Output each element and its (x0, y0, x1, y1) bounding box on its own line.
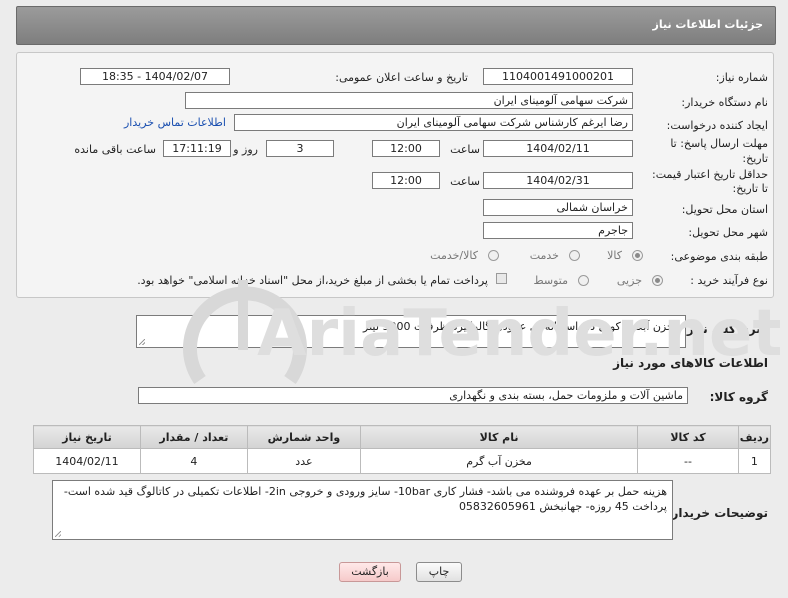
print-button[interactable]: چاپ (416, 562, 462, 582)
days-label: روز و (233, 143, 258, 156)
deadline-date-field: 1404/02/11 (483, 140, 633, 157)
deadline-label-date: تاریخ: (742, 152, 768, 165)
treasury-payment-note: پرداخت تمام یا بخشی از مبلغ خرید،از محل … (137, 274, 488, 287)
category-option-service: خدمت (529, 249, 559, 262)
cell-date: 1404/02/11 (33, 448, 141, 474)
buyer-org-field: شرکت سهامی آلومینای ایران (185, 92, 633, 109)
description-label: شرح کلی نیاز: (682, 322, 768, 336)
goods-section-title: اطلاعات کالاهای مورد نیاز (613, 356, 768, 370)
cell-unit: عدد (246, 448, 362, 474)
buyer-notes-text: هزینه حمل بر عهده فروشنده می باشد- فشار … (63, 485, 667, 513)
col-code-header: کد کالا (637, 425, 739, 449)
buyer-contact-link[interactable]: اطلاعات تماس خریدار (124, 116, 226, 129)
province-label: استان محل تحویل: (681, 203, 768, 216)
announce-label: تاریخ و ساعت اعلان عمومی: (335, 71, 468, 84)
goods-table: ردیف کد کالا نام کالا واحد شمارش تعداد /… (33, 425, 772, 474)
process-radio-minor[interactable] (652, 275, 663, 286)
requester-field: رضا ایرغم کارشناس شرکت سهامی آلومینای ای… (234, 114, 633, 131)
cell-qty: 4 (139, 448, 248, 474)
description-textarea: مخزن آبگرم کویل دار استوانه ای عمودی گال… (136, 315, 686, 348)
need-number-field: 1104001491000201 (483, 68, 633, 85)
validity-time-label: ساعت (450, 175, 480, 188)
category-radio-both[interactable] (488, 250, 499, 261)
validity-date-field: 1404/02/31 (483, 172, 633, 189)
resize-grip-icon[interactable] (139, 339, 145, 345)
page-header: جزئیات اطلاعات نیاز (16, 6, 776, 45)
goods-group-label: گروه کالا: (709, 390, 768, 404)
col-qty-header: تعداد / مقدار (139, 425, 248, 449)
treasury-payment-checkbox[interactable] (496, 273, 507, 284)
deadline-time-field: 12:00 (372, 140, 440, 157)
announce-datetime-field: 1404/02/07 - 18:35 (80, 68, 230, 85)
col-date-header: تاریخ نیاز (33, 425, 141, 449)
province-field: خراسان شمالی (483, 199, 633, 216)
cell-code: -- (637, 448, 739, 474)
category-option-goods: کالا (607, 249, 622, 262)
page-title: جزئیات اطلاعات نیاز (652, 18, 764, 31)
buyer-org-label: نام دستگاه خریدار: (681, 96, 768, 109)
days-remaining-field: 3 (266, 140, 334, 157)
time-remaining-label: ساعت باقی مانده (74, 143, 156, 156)
goods-table-header: ردیف کد کالا نام کالا واحد شمارش تعداد /… (33, 425, 772, 449)
category-label: طبقه بندی موضوعی: (670, 250, 768, 263)
col-name-header: نام کالا (359, 425, 639, 449)
process-radio-medium[interactable] (578, 275, 589, 286)
cell-name: مخزن آب گرم (359, 448, 639, 474)
description-text: مخزن آبگرم کویل دار استوانه ای عمودی گال… (363, 320, 680, 333)
process-option-medium: متوسط (533, 274, 568, 287)
deadline-time-label: ساعت (450, 143, 480, 156)
deadline-label: مهلت ارسال پاسخ: تا (670, 137, 768, 150)
category-radio-goods[interactable] (632, 250, 643, 261)
validity-time-field: 12:00 (372, 172, 440, 189)
resize-grip-icon[interactable] (55, 531, 61, 537)
time-remaining-field: 17:11:19 (163, 140, 231, 157)
city-field: جاجرم (483, 222, 633, 239)
need-number-label: شماره نیاز: (715, 71, 768, 84)
col-row-header: ردیف (737, 425, 772, 449)
city-label: شهر محل تحویل: (688, 226, 768, 239)
validity-label-date: تا تاریخ: (732, 182, 768, 195)
requester-label: ایجاد کننده درخواست: (666, 119, 768, 132)
back-button[interactable]: بازگشت (339, 562, 401, 582)
buyer-notes-label: توضیحات خریدار: (666, 506, 768, 520)
buyer-notes-textarea: هزینه حمل بر عهده فروشنده می باشد- فشار … (52, 480, 673, 540)
category-option-both: کالا/خدمت (430, 249, 478, 262)
goods-group-field: ماشین آلات و ملزومات حمل، بسته بندی و نگ… (138, 387, 688, 404)
process-option-minor: جزیی (616, 274, 642, 287)
cell-row: 1 (737, 448, 772, 474)
col-unit-header: واحد شمارش (246, 425, 362, 449)
validity-label: حداقل تاریخ اعتبار قیمت: (652, 168, 768, 181)
process-label: نوع فرآیند خرید : (690, 274, 768, 287)
table-row: 1 -- مخزن آب گرم عدد 4 1404/02/11 (33, 448, 772, 474)
category-radio-service[interactable] (569, 250, 580, 261)
